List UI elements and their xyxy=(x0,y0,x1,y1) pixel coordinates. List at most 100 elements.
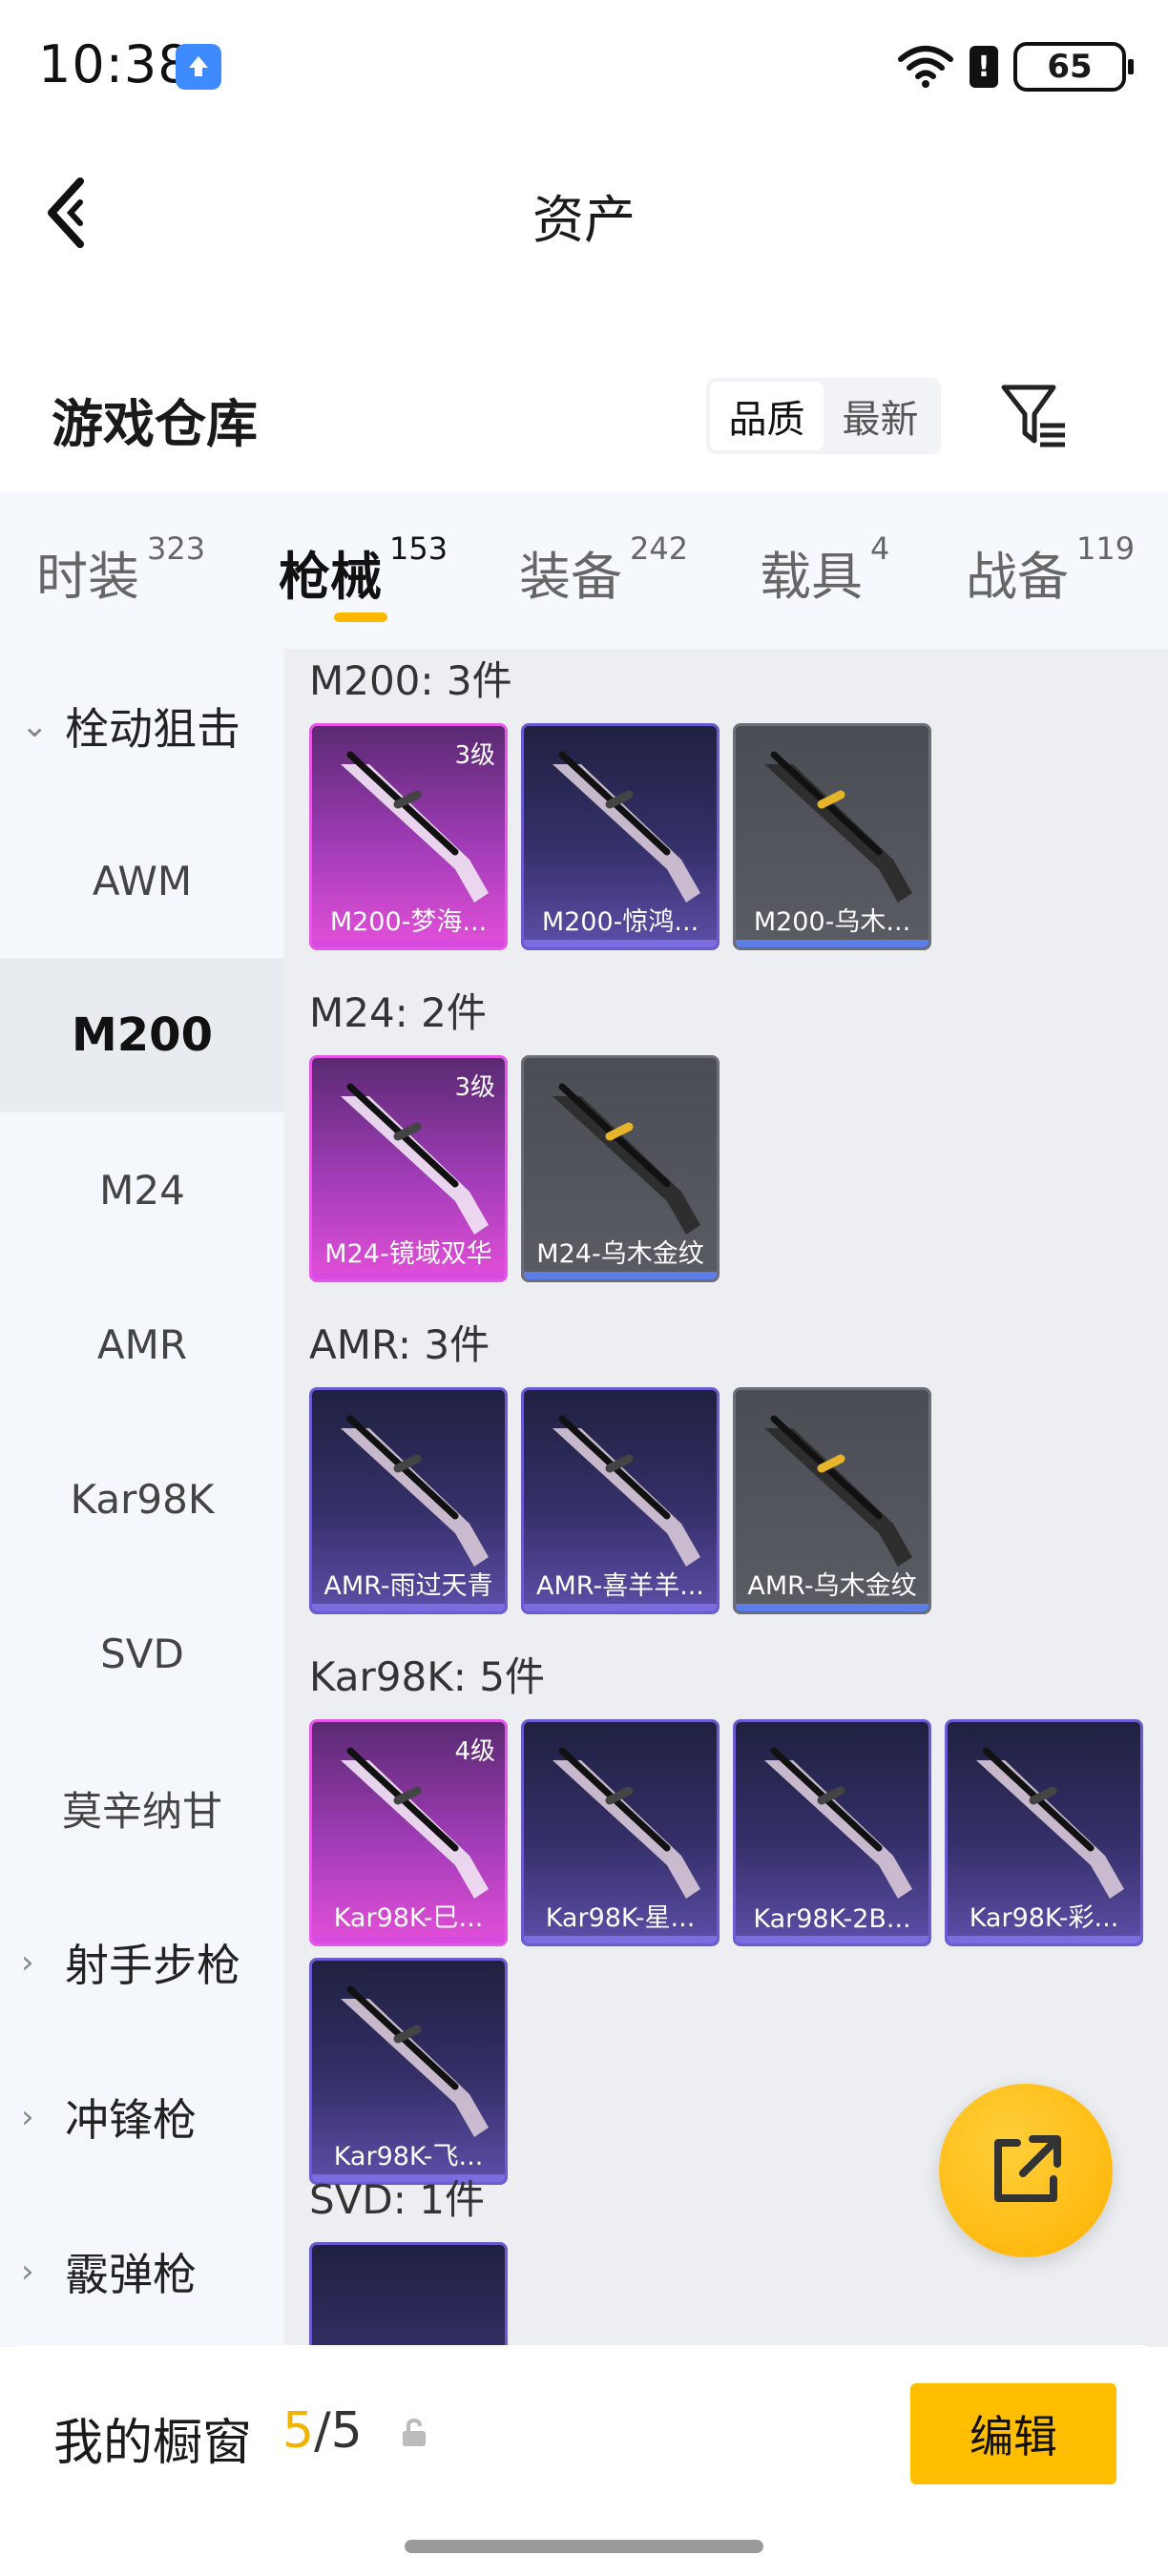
skin-name: M200-惊鸿... xyxy=(541,907,699,937)
rifle-icon xyxy=(764,751,912,903)
skin-card[interactable]: Kar98K-飞... xyxy=(309,1958,508,2185)
showcase-count: 5/5 xyxy=(282,2402,363,2460)
rarity-bar xyxy=(312,1272,505,1279)
skin-card[interactable]: 3级 M24-镜域双华 xyxy=(309,1055,508,1282)
rarity-bar xyxy=(312,940,505,947)
tab-count: 153 xyxy=(389,530,448,567)
chevron-right-icon: › xyxy=(21,1943,34,1982)
skin-card[interactable]: Kar98K-2B... xyxy=(733,1719,931,1946)
skin-card[interactable]: 4级 Kar98K-巳... xyxy=(309,1719,508,1946)
sidebar-group-smg[interactable]: › 冲锋枪 xyxy=(0,2040,284,2194)
filter-button[interactable] xyxy=(998,380,1071,452)
tab-equipment[interactable]: 装备 242 xyxy=(519,530,688,610)
skin-card[interactable] xyxy=(309,2242,508,2347)
filter-icon xyxy=(1001,384,1065,447)
rarity-bar xyxy=(524,1604,717,1611)
rarity-bar xyxy=(736,940,928,947)
section-heading: M24: 2件 xyxy=(309,989,487,1036)
tab-vehicles[interactable]: 载具 4 xyxy=(760,530,889,610)
edit-button[interactable]: 编辑 xyxy=(910,2383,1116,2484)
skin-name: M24-乌木金纹 xyxy=(536,1239,704,1269)
sidebar-group-marksman[interactable]: › 射手步枪 xyxy=(0,1885,284,2040)
skin-card[interactable]: Kar98K-星... xyxy=(521,1719,720,1946)
battery-indicator: 65 xyxy=(1013,42,1134,92)
tab-label: 装备 xyxy=(519,547,622,607)
sidebar-group-shotgun[interactable]: › 霰弹枪 xyxy=(0,2194,284,2349)
chevron-right-icon: › xyxy=(21,2253,34,2291)
rifle-icon xyxy=(341,1415,489,1567)
chevron-down-icon: ⌄ xyxy=(21,707,49,745)
skin-card[interactable]: M24-乌木金纹 xyxy=(521,1055,720,1282)
tab-label: 枪械 xyxy=(279,547,382,607)
tab-label: 战备 xyxy=(966,547,1069,607)
tab-count: 4 xyxy=(870,530,890,567)
skin-card[interactable]: AMR-乌木金纹 xyxy=(733,1387,931,1614)
section-heading: SVD: 1件 xyxy=(309,2176,485,2223)
level-badge: 3级 xyxy=(454,1073,495,1102)
sidebar-item-kar98k[interactable]: Kar98K xyxy=(0,1422,284,1576)
skin-name: AMR-喜羊羊... xyxy=(536,1571,704,1601)
rarity-bar xyxy=(312,1936,505,1943)
app-update-icon xyxy=(176,44,221,90)
status-icons: ! 65 xyxy=(897,38,1134,95)
skin-name: M200-梦海... xyxy=(329,907,488,937)
external-link-icon xyxy=(994,2135,1061,2202)
tab-label: 时装 xyxy=(36,547,139,607)
skin-name: AMR-雨过天青 xyxy=(323,1571,493,1601)
tab-fashion[interactable]: 时装 323 xyxy=(36,530,205,610)
rifle-icon xyxy=(553,1083,700,1235)
tab-count: 323 xyxy=(147,530,206,567)
skin-name: AMR-乌木金纹 xyxy=(747,1571,917,1601)
sidebar-item-mosin[interactable]: 莫辛纳甘 xyxy=(0,1731,284,1885)
sidebar-item-awm[interactable]: AWM xyxy=(0,803,284,958)
skin-name: Kar98K-星... xyxy=(545,1903,696,1933)
rarity-bar xyxy=(948,1936,1140,1943)
rarity-bar xyxy=(524,1272,717,1279)
skin-name: M24-镜域双华 xyxy=(324,1239,492,1269)
rarity-bar xyxy=(524,940,717,947)
rifle-icon xyxy=(553,1415,700,1567)
sidebar-item-svd[interactable]: SVD xyxy=(0,1576,284,1731)
rarity-bar xyxy=(736,1936,928,1943)
sidebar-item-m24[interactable]: M24 xyxy=(0,1112,284,1267)
skin-card[interactable]: AMR-喜羊羊... xyxy=(521,1387,720,1614)
battery-saver-icon: ! xyxy=(970,46,998,88)
page-title: 资产 xyxy=(532,190,636,250)
sidebar-item-m200[interactable]: M200 xyxy=(0,958,284,1112)
sidebar-group-bolt-action[interactable]: ⌄ 栓动狙击 xyxy=(0,649,284,803)
active-tab-indicator xyxy=(334,613,387,622)
section-title: 游戏仓库 xyxy=(52,394,258,454)
showcase-total: 5 xyxy=(330,2402,363,2460)
rarity-bar xyxy=(312,1604,505,1611)
wifi-icon xyxy=(898,46,953,88)
level-badge: 4级 xyxy=(454,1737,495,1766)
skin-card[interactable]: AMR-雨过天青 xyxy=(309,1387,508,1614)
nav-header: 资产 xyxy=(0,143,1168,277)
sidebar-group-label: 射手步枪 xyxy=(65,1940,240,1991)
skin-card[interactable]: Kar98K-彩... xyxy=(945,1719,1143,1946)
section-heading: Kar98K: 5件 xyxy=(309,1653,546,1700)
skin-name: Kar98K-彩... xyxy=(969,1903,1119,1933)
share-fab-button[interactable] xyxy=(939,2084,1113,2257)
skin-card[interactable]: 3级 M200-梦海... xyxy=(309,723,508,950)
sort-toggle: 品质 最新 xyxy=(706,378,941,454)
showcase-label: 我的橱窗 xyxy=(53,2415,253,2472)
rifle-icon xyxy=(341,1985,489,2137)
level-badge: 3级 xyxy=(454,741,495,770)
rifle-icon xyxy=(976,1747,1124,1899)
skin-card[interactable]: M200-惊鸿... xyxy=(521,723,720,950)
rifle-icon xyxy=(764,1415,912,1567)
rifle-icon xyxy=(553,751,700,903)
lock-icon xyxy=(403,2418,426,2446)
sidebar-group-label: 栓动狙击 xyxy=(65,703,240,755)
tab-label: 载具 xyxy=(760,547,863,607)
sort-newest-button[interactable]: 最新 xyxy=(824,382,937,450)
skin-card[interactable]: M200-乌木... xyxy=(733,723,931,950)
tab-firearms[interactable]: 枪械 153 xyxy=(279,530,448,610)
skin-name: Kar98K-2B... xyxy=(753,1904,911,1934)
sidebar-item-amr[interactable]: AMR xyxy=(0,1267,284,1422)
sidebar-group-label: 冲锋枪 xyxy=(65,2094,197,2146)
weapon-sidebar: ⌄ 栓动狙击 AWM M200 M24 AMR Kar98K SVD 莫辛纳甘 … xyxy=(0,649,284,2347)
sort-quality-button[interactable]: 品质 xyxy=(710,382,824,450)
tab-supplies[interactable]: 战备 119 xyxy=(966,530,1135,610)
